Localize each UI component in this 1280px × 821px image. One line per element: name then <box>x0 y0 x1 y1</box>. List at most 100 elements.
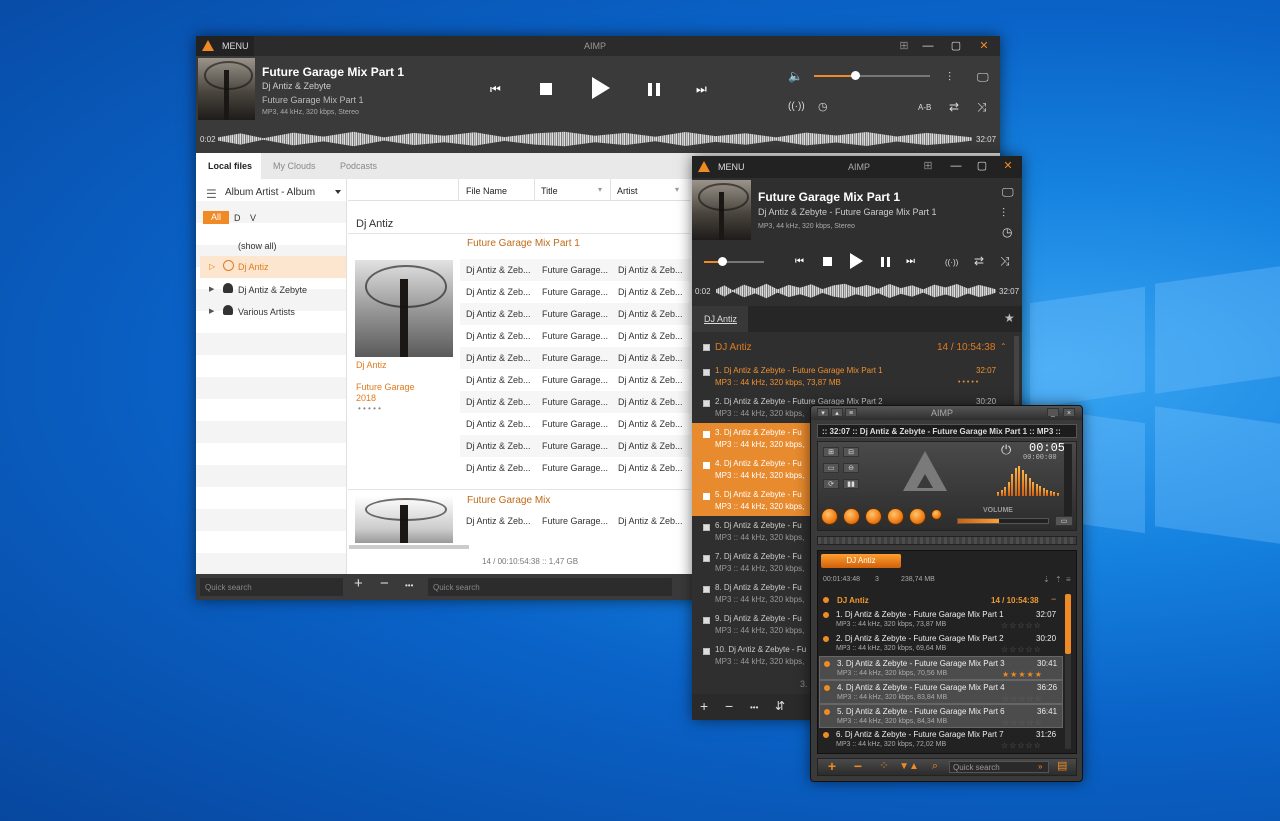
item-rating[interactable]: ☆☆☆☆☆ <box>1001 621 1042 630</box>
table-row[interactable]: Dj Antiz & Zeb... Future Garage... Dj Anti… <box>460 369 690 391</box>
checkbox[interactable] <box>703 555 710 562</box>
ab-repeat-button[interactable]: A-B <box>918 103 931 112</box>
next-icon[interactable]: ⏭ <box>696 83 707 95</box>
repeat-toggle-button[interactable]: ⟳ <box>823 479 839 489</box>
table-row[interactable]: Dj Antiz & Zeb... Future Garage... Dj Anti… <box>460 259 690 281</box>
search-input[interactable]: Quick search » <box>949 761 1049 773</box>
playlist-item[interactable]: 4. Dj Antiz & Zebyte - Future Garage Mix… <box>819 680 1063 704</box>
minimize-button[interactable]: — <box>914 36 942 56</box>
sort-icon[interactable]: ⇵ <box>775 700 785 712</box>
checkbox[interactable] <box>703 586 710 593</box>
add-button[interactable]: + <box>821 759 843 774</box>
item-rating[interactable]: ☆☆☆☆☆ <box>1001 741 1042 750</box>
tree-item-show-all[interactable]: (show all) <box>238 241 277 251</box>
item-rating[interactable]: ☆☆☆☆☆ <box>1001 645 1042 654</box>
options-icon[interactable]: ≡ <box>845 408 857 417</box>
checkbox[interactable] <box>703 369 710 376</box>
table-row[interactable]: Dj Antiz & Zeb... Future Garage... Dj Anti… <box>460 281 690 303</box>
hamburger-icon[interactable]: ☰ <box>206 188 217 200</box>
playlist-group[interactable]: DJ Antiz 14 / 10:54:38 ⌃ <box>692 336 1014 358</box>
equalizer-icon[interactable]: ⫶ <box>948 71 951 83</box>
next-button[interactable] <box>909 508 926 525</box>
filter-icon[interactable]: ▾ <box>598 185 602 194</box>
item-rating[interactable]: ★★★★★ <box>1002 670 1043 679</box>
search-icon[interactable]: ⌕ <box>925 759 945 774</box>
filter-d[interactable]: D <box>234 213 241 223</box>
equalizer-icon[interactable]: ⫶ <box>1002 207 1005 219</box>
power-icon[interactable]: ⏻ <box>1001 443 1011 456</box>
maximize-button[interactable]: ▢ <box>968 156 996 176</box>
playlist-toggle-button[interactable]: ⊟ <box>843 447 859 457</box>
column-artist[interactable]: Artist <box>617 186 638 196</box>
play-button[interactable] <box>592 77 610 99</box>
star-icon[interactable]: ★ <box>1004 312 1015 324</box>
stop-button[interactable] <box>823 257 832 266</box>
add-button[interactable]: + <box>354 576 363 591</box>
open-button[interactable] <box>931 509 942 520</box>
pause-button[interactable] <box>865 508 882 525</box>
previous-icon[interactable]: ⏮ <box>795 256 804 268</box>
group-by-selector[interactable]: Album Artist - Album <box>225 187 345 198</box>
table-row[interactable]: Dj Antiz & Zeb... Future Garage... Dj Anti… <box>460 347 690 369</box>
pin-icon[interactable]: ▴ <box>831 408 843 417</box>
playlist-item[interactable]: 1. Dj Antiz & Zebyte - Future Garage Mix… <box>692 361 1014 392</box>
minimize-button[interactable]: _ <box>1047 408 1059 417</box>
shuffle-icon[interactable]: ⤨ <box>977 101 987 113</box>
filter-all[interactable]: All <box>203 211 229 224</box>
pause-button[interactable] <box>881 257 890 267</box>
radio-icon[interactable]: ((·)) <box>788 101 805 113</box>
tab-local-files[interactable]: Local files <box>196 153 261 179</box>
close-button[interactable]: × <box>1063 408 1075 417</box>
stop-button[interactable] <box>540 83 552 95</box>
tab-my-clouds[interactable]: My Clouds <box>273 161 316 171</box>
eq-bars-button[interactable]: ▮▮ <box>843 479 859 489</box>
playlist-item[interactable]: 5. Dj Antiz & Zebyte - Future Garage Mix… <box>819 704 1063 728</box>
collapse-icon[interactable]: ⌃ <box>1000 342 1007 351</box>
close-button[interactable]: ✕ <box>970 36 998 56</box>
mute-button[interactable]: ▭ <box>1055 516 1073 526</box>
play-button[interactable] <box>850 253 863 269</box>
visualization-icon[interactable]: 🖵 <box>1002 186 1014 198</box>
item-rating[interactable]: ☆☆☆☆☆ <box>1002 718 1043 727</box>
checkbox[interactable] <box>703 617 710 624</box>
sort-icon[interactable]: ⇣ <box>1043 575 1050 584</box>
checkbox[interactable] <box>703 493 710 500</box>
stop-button[interactable] <box>887 508 904 525</box>
checkbox[interactable] <box>703 462 710 469</box>
tree-item-various-artists[interactable]: ▶ Various Artists <box>200 301 346 323</box>
filter-v[interactable]: V <box>250 213 256 223</box>
eq-toggle-button[interactable]: ⊞ <box>823 447 839 457</box>
repeat-icon[interactable]: ⇄ <box>974 255 984 267</box>
previous-button[interactable] <box>821 508 838 525</box>
volume-slider[interactable] <box>814 71 930 80</box>
jump-icon[interactable]: ⇡ <box>1055 575 1062 584</box>
table-row[interactable]: Dj Antiz & Zeb... Future Garage... Dj Anti… <box>460 303 690 325</box>
table-row[interactable]: Dj Antiz & Zeb... Future Garage... Dj An… <box>460 510 690 532</box>
settings-icon[interactable]: ≡ <box>1066 575 1071 584</box>
table-row[interactable]: Dj Antiz & Zeb... Future Garage... Dj Anti… <box>460 391 690 413</box>
waveform-seekbar[interactable] <box>716 283 996 299</box>
close-button[interactable]: ✕ <box>994 156 1022 176</box>
play-button[interactable] <box>843 508 860 525</box>
table-row[interactable]: Dj Antiz & Zeb... Future Garage... Dj Anti… <box>460 435 690 457</box>
playlist-item[interactable]: 6. Dj Antiz & Zebyte - Future Garage Mix… <box>819 728 1063 752</box>
horizontal-scrollbar[interactable] <box>349 545 469 549</box>
maximize-button[interactable]: ▢ <box>942 36 970 56</box>
menu-icon[interactable]: ▾ <box>817 408 829 417</box>
tree-item-dj-antiz[interactable]: ▷ Dj Antiz <box>200 256 346 278</box>
volume-slider[interactable] <box>704 257 764 266</box>
tab-podcasts[interactable]: Podcasts <box>340 161 377 171</box>
sort-button[interactable]: ▼▲ <box>897 759 921 774</box>
position-bar[interactable] <box>817 536 1077 545</box>
checkbox[interactable] <box>703 344 710 351</box>
search-input-2[interactable]: Quick search <box>428 578 672 596</box>
select-icon[interactable]: ⁘ <box>873 759 895 774</box>
checkbox[interactable] <box>703 524 710 531</box>
scrollbar[interactable] <box>1065 594 1071 749</box>
search-input[interactable]: Quick search <box>200 578 343 596</box>
column-title[interactable]: Title <box>541 186 558 196</box>
playlist-tab[interactable]: DJ Antiz <box>692 306 748 332</box>
table-row[interactable]: Dj Antiz & Zeb... Future Garage... Dj Anti… <box>460 457 690 479</box>
more-icon[interactable]: ••• <box>750 702 758 714</box>
previous-icon[interactable]: ⏮ <box>490 83 501 95</box>
